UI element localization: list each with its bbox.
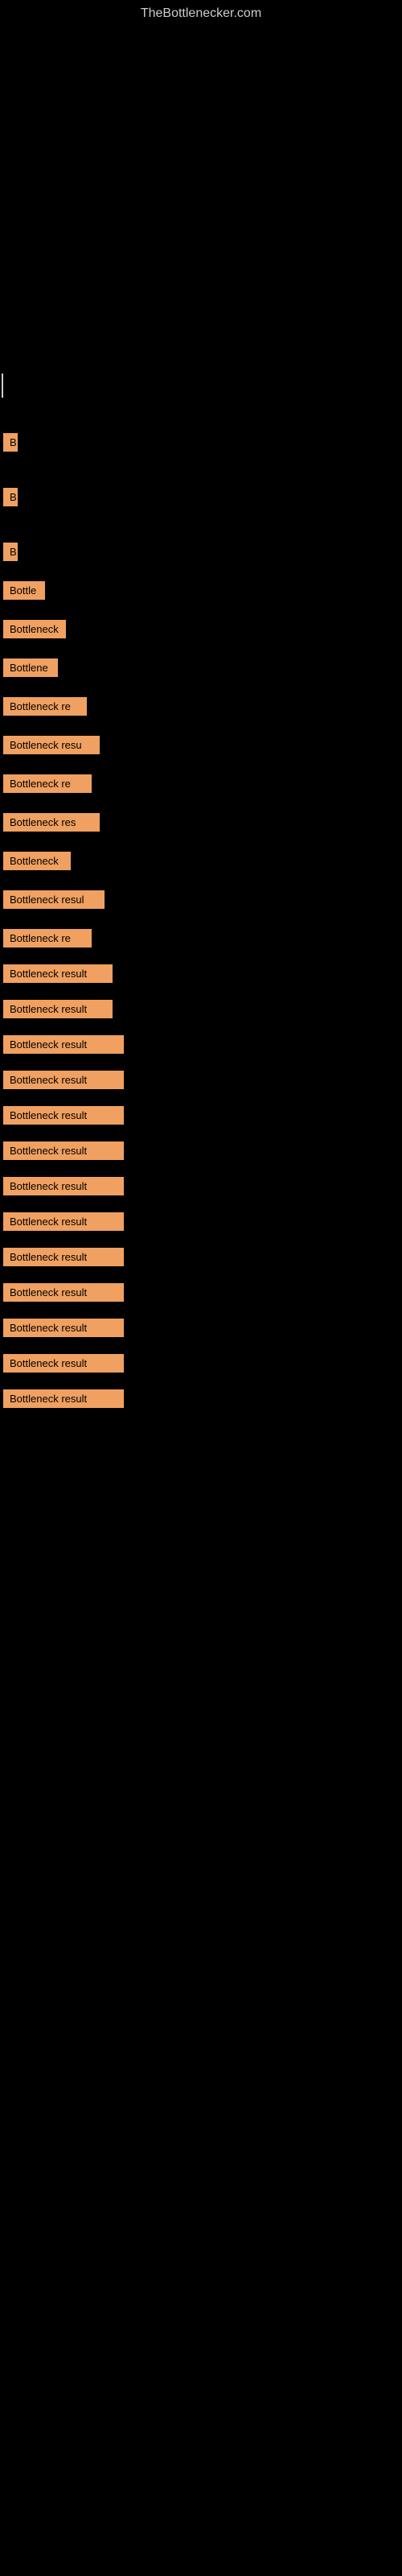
list-item: Bottleneck resu bbox=[2, 728, 402, 763]
bottleneck-result-bar[interactable]: Bottleneck result bbox=[3, 1283, 124, 1302]
list-item: Bottleneck result bbox=[2, 1349, 402, 1381]
bottleneck-result-bar[interactable]: Bottleneck re bbox=[3, 774, 92, 793]
list-item: Bottleneck re bbox=[2, 766, 402, 802]
list-item: Bottleneck result bbox=[2, 1101, 402, 1133]
bottleneck-result-bar[interactable]: Bottleneck result bbox=[3, 1177, 124, 1195]
list-item: Bottleneck result bbox=[2, 1385, 402, 1417]
cursor-indicator bbox=[2, 374, 3, 398]
bottleneck-result-bar[interactable]: Bottleneck result bbox=[3, 1106, 124, 1125]
list-item: Bottleneck bbox=[2, 612, 402, 647]
list-item: Bottleneck result bbox=[2, 1066, 402, 1098]
list-item: Bottleneck result bbox=[2, 1172, 402, 1204]
list-item: Bottleneck result bbox=[2, 1243, 402, 1275]
site-title: TheBottlenecker.com bbox=[0, 0, 402, 24]
list-item: Bottleneck result bbox=[2, 1137, 402, 1169]
bottleneck-result-bar[interactable]: Bottleneck bbox=[3, 852, 71, 870]
list-item: Bottleneck re bbox=[2, 689, 402, 724]
list-item: Bottleneck result bbox=[2, 1314, 402, 1346]
bottleneck-result-bar[interactable]: Bottleneck result bbox=[3, 964, 113, 983]
bottleneck-result-bar[interactable]: Bottleneck resul bbox=[3, 890, 105, 909]
list-item: B bbox=[2, 464, 402, 515]
bottleneck-result-bar[interactable]: Bottleneck re bbox=[3, 697, 87, 716]
list-item: B bbox=[2, 409, 402, 460]
bottleneck-result-bar[interactable]: Bottleneck result bbox=[3, 1319, 124, 1337]
bottleneck-result-bar[interactable]: B bbox=[3, 543, 18, 561]
bottleneck-result-bar[interactable]: Bottleneck result bbox=[3, 1354, 124, 1373]
bottleneck-result-bar[interactable]: Bottleneck result bbox=[3, 1071, 124, 1089]
bottleneck-result-bar[interactable]: Bottleneck bbox=[3, 620, 66, 638]
bottleneck-result-bar[interactable]: Bottleneck result bbox=[3, 1035, 124, 1054]
list-item: Bottleneck bbox=[2, 844, 402, 879]
bottleneck-result-bar[interactable]: Bottleneck result bbox=[3, 1141, 124, 1160]
bottleneck-result-bar[interactable]: Bottleneck result bbox=[3, 1389, 124, 1408]
list-item: Bottleneck result bbox=[2, 1208, 402, 1240]
list-item: Bottle bbox=[2, 573, 402, 609]
bottleneck-result-bar[interactable]: B bbox=[3, 433, 18, 452]
bottleneck-result-bar[interactable]: Bottleneck re bbox=[3, 929, 92, 947]
bottleneck-result-bar[interactable]: B bbox=[3, 488, 18, 506]
top-spacer bbox=[0, 24, 402, 370]
list-item: Bottleneck result bbox=[2, 1030, 402, 1063]
list-item: Bottleneck result bbox=[2, 960, 402, 992]
bottleneck-result-bar[interactable]: Bottle bbox=[3, 581, 45, 600]
items-container: B B B Bottle Bottleneck Bottlene Bottleneck re… bbox=[0, 401, 402, 1417]
list-item: Bottleneck result bbox=[2, 995, 402, 1027]
bottleneck-result-bar[interactable]: Bottlene bbox=[3, 658, 58, 677]
bottleneck-result-bar[interactable]: Bottleneck res bbox=[3, 813, 100, 832]
list-item: Bottleneck res bbox=[2, 805, 402, 840]
bottleneck-result-bar[interactable]: Bottleneck result bbox=[3, 1000, 113, 1018]
list-item: Bottleneck result bbox=[2, 1278, 402, 1311]
list-item: Bottlene bbox=[2, 650, 402, 686]
list-item: Bottleneck re bbox=[2, 921, 402, 956]
bottleneck-result-bar[interactable]: Bottleneck result bbox=[3, 1248, 124, 1266]
list-item: Bottleneck resul bbox=[2, 882, 402, 918]
bottleneck-result-bar[interactable]: Bottleneck result bbox=[3, 1212, 124, 1231]
list-item: B bbox=[2, 518, 402, 570]
bottleneck-result-bar[interactable]: Bottleneck resu bbox=[3, 736, 100, 754]
